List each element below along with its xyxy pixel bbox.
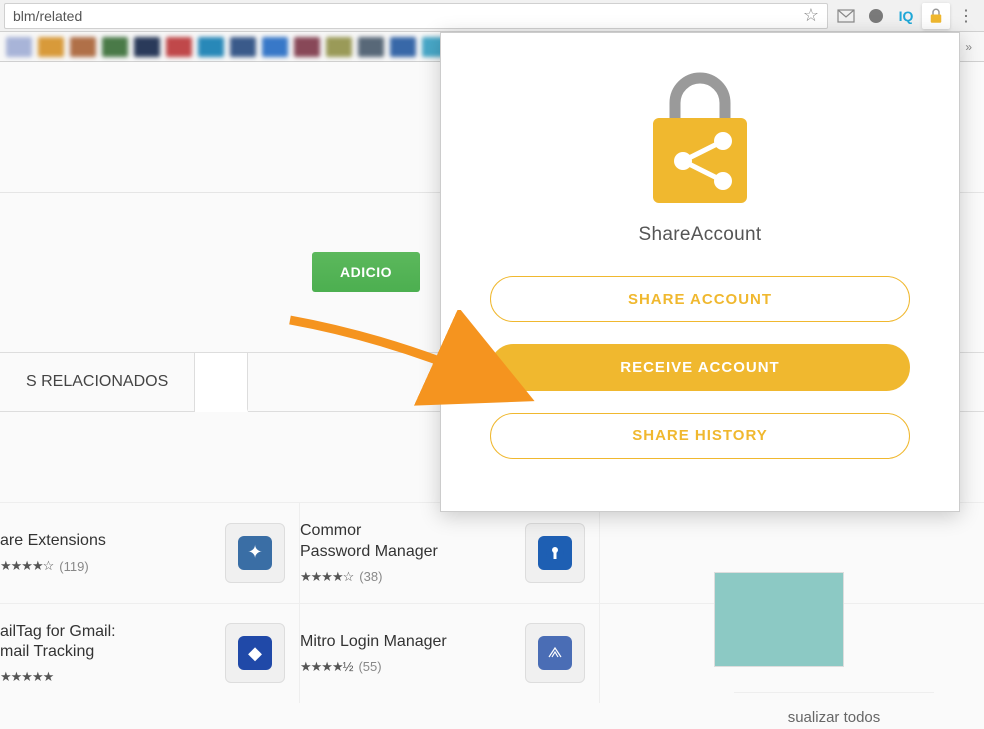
- iq-extension-icon[interactable]: IQ: [892, 3, 920, 29]
- shareaccount-extension-icon[interactable]: [922, 3, 950, 29]
- side-thumbnail[interactable]: [714, 572, 844, 667]
- extension-card[interactable]: ailTag for Gmail: mail Tracking ★★★★★ ◆: [0, 604, 300, 704]
- share-history-button[interactable]: SHARE HISTORY: [490, 413, 910, 459]
- extension-title: ailTag for Gmail: mail Tracking: [0, 622, 215, 664]
- extension-icon: [538, 536, 572, 570]
- url-text: blm/related: [13, 8, 82, 24]
- extension-rating: ★★★★☆ (119): [0, 558, 215, 574]
- bookmark-item[interactable]: [38, 37, 64, 57]
- bookmark-item[interactable]: [102, 37, 128, 57]
- url-bar[interactable]: blm/related ☆: [4, 3, 828, 29]
- stars-icon: ★★★★☆: [300, 569, 353, 585]
- extension-card[interactable]: are Extensions ★★★★☆ (119) ✦: [0, 503, 300, 603]
- bookmark-item[interactable]: [166, 37, 192, 57]
- bookmark-item[interactable]: [358, 37, 384, 57]
- extension-icon: ◆: [238, 636, 272, 670]
- extension-icon: ✦: [238, 536, 272, 570]
- extension-icon: [538, 636, 572, 670]
- bookmark-item[interactable]: [70, 37, 96, 57]
- shareaccount-popup: ShareAccount SHARE ACCOUNT RECEIVE ACCOU…: [440, 32, 960, 512]
- extension-icons: IQ ⋮: [832, 3, 980, 29]
- share-account-button[interactable]: SHARE ACCOUNT: [490, 276, 910, 322]
- add-extension-button[interactable]: ADICIO: [312, 252, 420, 292]
- bookmark-item[interactable]: [230, 37, 256, 57]
- extension-thumbnail: ◆: [225, 623, 285, 683]
- bookmark-item[interactable]: [294, 37, 320, 57]
- stars-icon: ★★★★★: [0, 669, 53, 685]
- stars-icon: ★★★★☆: [0, 558, 53, 574]
- extension-card[interactable]: Commor Password Manager ★★★★☆ (38): [300, 503, 600, 603]
- extension-card[interactable]: Mitro Login Manager ★★★★½ (55): [300, 604, 600, 704]
- mail-extension-icon[interactable]: [832, 3, 860, 29]
- bookmark-item[interactable]: [326, 37, 352, 57]
- stars-icon: ★★★★½: [300, 659, 352, 675]
- rating-count: (38): [359, 569, 382, 584]
- bookmark-item[interactable]: [6, 37, 32, 57]
- bookmark-item[interactable]: [198, 37, 224, 57]
- extension-thumbnail: ✦: [225, 523, 285, 583]
- view-all-link[interactable]: sualizar todos: [734, 692, 934, 726]
- shareaccount-logo-icon: [635, 63, 765, 218]
- extension-thumbnail: [525, 623, 585, 683]
- extension-thumbnail: [525, 523, 585, 583]
- bookmarks-overflow-icon[interactable]: »: [965, 40, 978, 54]
- extension-title: Commor Password Manager: [300, 521, 515, 563]
- browser-menu-icon[interactable]: ⋮: [952, 3, 980, 29]
- receive-account-button[interactable]: RECEIVE ACCOUNT: [490, 344, 910, 390]
- extension-rating: ★★★★☆ (38): [300, 569, 515, 585]
- bookmark-item[interactable]: [262, 37, 288, 57]
- iq-label: IQ: [899, 8, 914, 24]
- tab-related[interactable]: S RELACIONADOS: [0, 353, 195, 411]
- extension-rating: ★★★★★: [0, 669, 215, 685]
- bookmark-item[interactable]: [134, 37, 160, 57]
- extension-title: Mitro Login Manager: [300, 632, 515, 653]
- rating-count: (119): [59, 559, 88, 574]
- popup-title: ShareAccount: [639, 224, 762, 246]
- extension-title: are Extensions: [0, 531, 215, 552]
- extension-rating: ★★★★½ (55): [300, 659, 515, 675]
- rating-count: (55): [358, 659, 381, 674]
- bookmark-item[interactable]: [390, 37, 416, 57]
- bookmark-star-icon[interactable]: ☆: [803, 5, 819, 26]
- circle-extension-icon[interactable]: [862, 3, 890, 29]
- browser-toolbar: blm/related ☆ IQ ⋮: [0, 0, 984, 32]
- tab-active[interactable]: [195, 353, 248, 412]
